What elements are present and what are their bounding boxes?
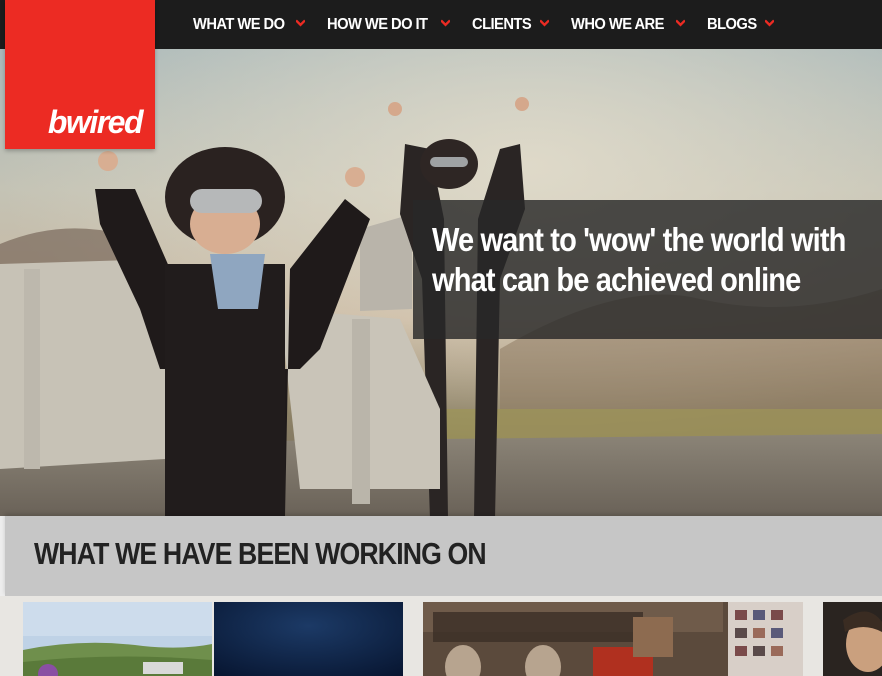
chevron-down-icon — [440, 19, 450, 27]
logo[interactable]: bwired — [5, 0, 155, 149]
chevron-down-icon — [764, 19, 774, 27]
nav-item-what-we-do[interactable]: WHAT WE DO — [193, 15, 306, 34]
portfolio-thumbnail[interactable] — [423, 602, 803, 676]
portfolio-image — [423, 602, 803, 676]
portfolio-image — [214, 602, 403, 676]
section-title: WHAT WE HAVE BEEN WORKING ON — [34, 536, 487, 571]
portfolio-thumbnail[interactable] — [214, 602, 403, 676]
nav-item-label: WHO WE ARE — [570, 15, 664, 33]
portfolio-image — [23, 602, 212, 676]
section-header-work: WHAT WE HAVE BEEN WORKING ON — [5, 516, 882, 596]
nav-item-label: WHAT WE DO — [193, 15, 285, 33]
portfolio-thumbnail[interactable] — [23, 602, 212, 676]
hero-caption-box: We want to 'wow' the world with what can… — [413, 200, 882, 339]
nav-item-who-we-are[interactable]: WHO WE ARE — [571, 16, 685, 34]
page: WHAT WE DO HOW WE DO IT CLIENTS WHO WE A… — [0, 0, 882, 676]
nav-item-label: CLIENTS — [471, 15, 532, 33]
logo-text: bwired — [47, 104, 144, 140]
nav-item-label: HOW WE DO IT — [327, 15, 428, 33]
nav-item-how-we-do-it[interactable]: HOW WE DO IT — [327, 15, 450, 34]
chevron-down-icon — [296, 19, 306, 27]
portfolio-image — [823, 602, 882, 676]
nav-item-label: BLOGS — [706, 15, 757, 33]
chevron-down-icon — [675, 19, 685, 27]
hero-caption-text: We want to 'wow' the world with what can… — [432, 221, 846, 298]
chevron-down-icon — [539, 19, 549, 27]
nav-item-clients[interactable]: CLIENTS — [472, 16, 549, 34]
nav-item-blogs[interactable]: BLOGS — [707, 16, 774, 34]
portfolio-grid — [0, 596, 882, 676]
main-menu: WHAT WE DO HOW WE DO IT CLIENTS WHO WE A… — [193, 0, 796, 49]
portfolio-thumbnail[interactable] — [823, 602, 882, 676]
